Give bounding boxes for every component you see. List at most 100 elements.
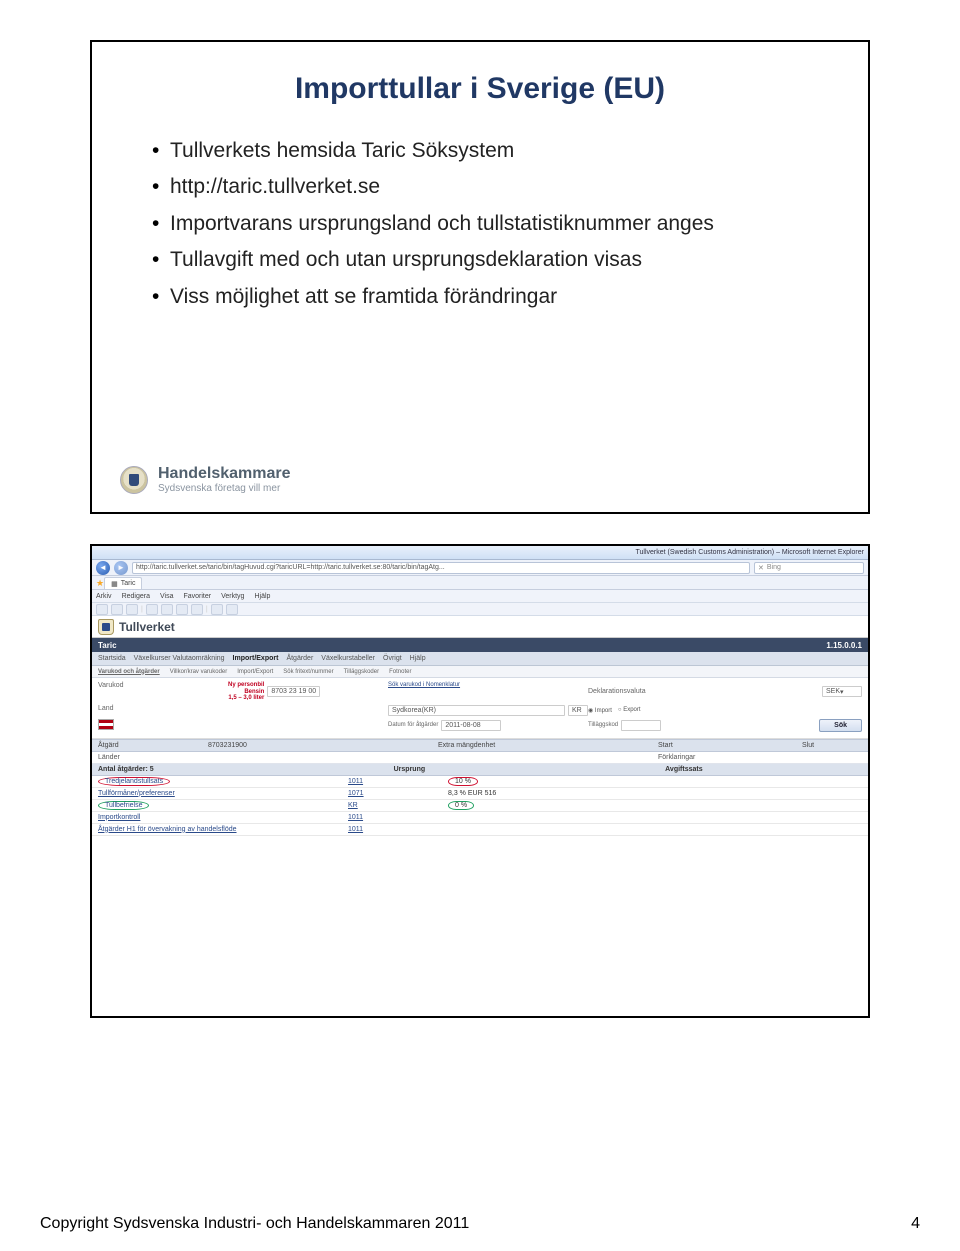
bullet-list: Tullverkets hemsida Taric Söksystem http…: [152, 136, 828, 312]
window-title: Tullverket (Swedish Customs Administrati…: [636, 549, 865, 556]
land-code-input[interactable]: KR: [568, 705, 588, 716]
subtab[interactable]: Tilläggskoder: [344, 669, 379, 675]
land-input[interactable]: Sydkorea(KR): [388, 705, 565, 716]
varukod-value: 8703 23 19 00: [271, 688, 316, 695]
site-header: Tullverket: [92, 616, 868, 638]
note-line: Bensin: [228, 689, 264, 696]
taric-tab[interactable]: Växelkurser Valutaomräkning: [134, 655, 225, 662]
subtab[interactable]: Fotnoter: [389, 669, 411, 675]
tool-icon[interactable]: [111, 604, 123, 615]
datum-input[interactable]: 2011-08-08: [441, 720, 501, 731]
toolbar: | |: [92, 603, 868, 616]
menu-item[interactable]: Arkiv: [96, 593, 112, 600]
varukod-input[interactable]: 8703 23 19 00: [267, 686, 320, 697]
deklv-select[interactable]: SEK ▾: [822, 686, 862, 697]
result-row: Tullbefrielse KR 0 %: [92, 800, 868, 812]
subtab[interactable]: Villkor/krav varukoder: [170, 669, 228, 675]
logo-tagline: Sydsvenska företag vill mer: [158, 483, 291, 494]
tool-icon[interactable]: [176, 604, 188, 615]
varukod-link[interactable]: Sök varukod i Nomenklatur: [388, 682, 588, 702]
results-rows: Tredjelandstullsats 1011 10 % Tullförmån…: [92, 776, 868, 836]
bullet-text: Importvarans ursprungsland och tullstati…: [170, 212, 714, 235]
row-name[interactable]: Tullförmåner/preferenser: [98, 790, 348, 797]
col-header: Slut: [802, 742, 862, 749]
taric-tab[interactable]: Växelkurstabeller: [321, 655, 375, 662]
logo-text: Handelskammare Sydsvenska företag vill m…: [158, 465, 291, 494]
row-code[interactable]: KR: [348, 802, 448, 809]
subtab-active[interactable]: Varukod och åtgärder: [98, 669, 160, 675]
row-name[interactable]: Importkontroll: [98, 814, 348, 821]
search-placeholder: Bing: [767, 564, 781, 571]
deklv-label: Deklarationsvaluta: [588, 688, 646, 695]
col-header: Åtgärd: [98, 742, 208, 749]
varukod-label: Varukod: [98, 682, 228, 702]
taric-tab[interactable]: Övrigt: [383, 655, 402, 662]
copyright-text: Copyright Sydsvenska Industri- och Hande…: [40, 1215, 469, 1233]
taric-tab[interactable]: Hjälp: [410, 655, 426, 662]
row-code[interactable]: 1071: [348, 790, 448, 797]
note-line: Ny personbil: [228, 682, 264, 689]
address-input[interactable]: http://taric.tullverket.se/taric/bin/tag…: [132, 562, 750, 574]
results-header: Åtgärd 8703231900 Extra mängdenhet Start…: [92, 739, 868, 752]
search-form: Varukod Ny personbil Bensin 1,5 – 3,0 li…: [92, 678, 868, 739]
tool-icon[interactable]: [211, 604, 223, 615]
subtab[interactable]: Import/Export: [237, 669, 273, 675]
crest-icon: [120, 466, 148, 494]
row-value: 0 %: [448, 801, 474, 810]
site-brand: Tullverket: [119, 620, 175, 634]
row-name[interactable]: Tullbefrielse: [98, 801, 149, 810]
tool-icon[interactable]: [226, 604, 238, 615]
subtab[interactable]: Sök fritext/nummer: [283, 669, 333, 675]
tool-icon[interactable]: [146, 604, 158, 615]
result-row: Importkontroll 1011: [92, 812, 868, 824]
back-button[interactable]: ◄: [96, 561, 110, 575]
taric-tab[interactable]: Startsida: [98, 655, 126, 662]
bullet-item: Tullverkets hemsida Taric Söksystem: [152, 136, 828, 166]
tool-icon[interactable]: [96, 604, 108, 615]
bullet-item: Importvarans ursprungsland och tullstati…: [152, 209, 828, 239]
bullet-item: http://taric.tullverket.se: [152, 172, 828, 202]
menu-item[interactable]: Visa: [160, 593, 174, 600]
sub-label: Förklaringar: [658, 754, 802, 761]
menu-item[interactable]: Hjälp: [254, 593, 270, 600]
forward-button[interactable]: ►: [114, 561, 128, 575]
tool-icon[interactable]: [191, 604, 203, 615]
row-code[interactable]: 1011: [348, 826, 448, 833]
menu-item[interactable]: Favoriter: [183, 593, 211, 600]
page-number: 4: [911, 1215, 920, 1233]
browser-search-input[interactable]: ✕ Bing: [754, 562, 864, 574]
row-name[interactable]: Tredjelandstullsats: [98, 777, 170, 786]
slide-2: Tullverket (Swedish Customs Administrati…: [90, 544, 870, 1018]
shield-icon: [98, 619, 114, 635]
search-button[interactable]: Sök: [819, 719, 862, 732]
row-value: 10 %: [448, 777, 478, 786]
row-code[interactable]: 1011: [348, 814, 448, 821]
bullet-item: Viss möjlighet att se framtida förändrin…: [152, 282, 828, 312]
bullet-item: Tullavgift med och utan ursprungsdeklara…: [152, 245, 828, 275]
taric-subtabs: Varukod och åtgärder Villkor/krav varuko…: [92, 666, 868, 678]
export-radio[interactable]: ○ Export: [618, 707, 641, 713]
taric-tab[interactable]: Åtgärder: [286, 655, 313, 662]
slide-title: Importtullar i Sverige (EU): [132, 72, 828, 106]
varukod-note: Ny personbil Bensin 1,5 – 3,0 liter: [228, 682, 264, 702]
taric-tab-active[interactable]: Import/Export: [233, 655, 279, 662]
search-icon: ✕: [758, 564, 764, 572]
row-code[interactable]: 1011: [348, 778, 448, 785]
row-name[interactable]: Åtgärder H1 för övervakning av handelsfl…: [98, 826, 348, 833]
browser-tab[interactable]: ▦ Taric: [104, 577, 142, 589]
row-value: 8,3 % EUR 516: [448, 790, 528, 797]
import-radio[interactable]: ◉ Import: [588, 707, 612, 714]
deklv-value: SEK: [826, 688, 840, 695]
taric-topbar: Taric 1.15.0.0.1: [92, 638, 868, 652]
menu-item[interactable]: Verktyg: [221, 593, 244, 600]
star-icon[interactable]: ★: [96, 578, 104, 588]
flag-icon: [98, 719, 114, 730]
datum-label: Datum för åtgärder: [388, 722, 438, 728]
tool-icon[interactable]: [126, 604, 138, 615]
taric-tabs: Startsida Växelkurser Valutaomräkning Im…: [92, 652, 868, 666]
menu-item[interactable]: Redigera: [122, 593, 150, 600]
result-row: Åtgärder H1 för övervakning av handelsfl…: [92, 824, 868, 836]
tillagg-input[interactable]: [621, 720, 661, 731]
tool-icon[interactable]: [161, 604, 173, 615]
col-header: Extra mängdenhet: [438, 742, 658, 749]
